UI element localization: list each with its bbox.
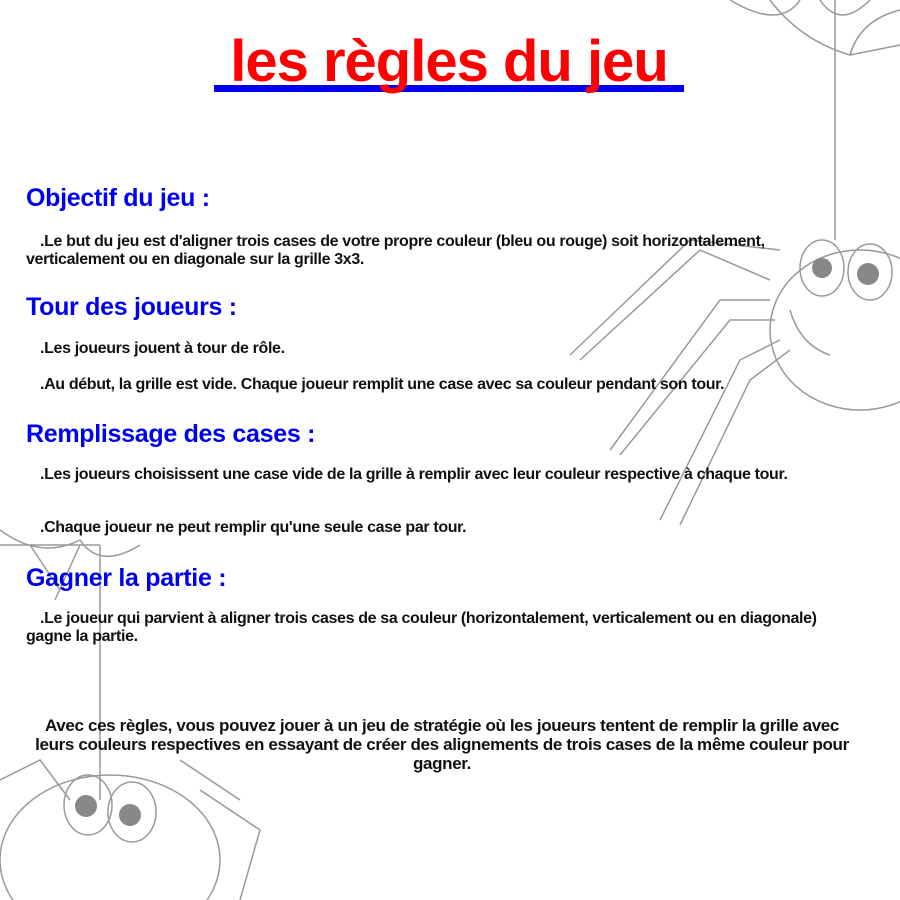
heading-tour: Tour des joueurs : [26,293,237,321]
spider-web-top-right-icon [729,0,900,240]
heading-gagner: Gagner la partie : [26,564,227,592]
paragraph-remplissage-2: .Chaque joueur ne peut remplir qu'une se… [40,519,467,536]
paragraph-remplissage-1: .Les joueurs choisissent une case vide d… [40,466,788,483]
heading-remplissage: Remplissage des cases : [26,420,316,448]
spider-bottom-left-icon [0,759,261,900]
page-title: les règles du jeu [214,30,684,94]
heading-objectif: Objectif du jeu : [26,184,210,212]
paragraph-gagner: .Le joueur qui parvient à aligner trois … [26,610,817,645]
paragraph-tour-2: .Au début, la grille est vide. Chaque jo… [40,376,725,393]
closing-paragraph: Avec ces règles, vous pouvez jouer à un … [35,716,849,773]
title-text: les règles du jeu [230,29,669,94]
paragraph-objectif: .Le but du jeu est d'aligner trois cases… [26,233,765,268]
paragraph-tour-1: .Les joueurs jouent à tour de rôle. [40,340,285,357]
